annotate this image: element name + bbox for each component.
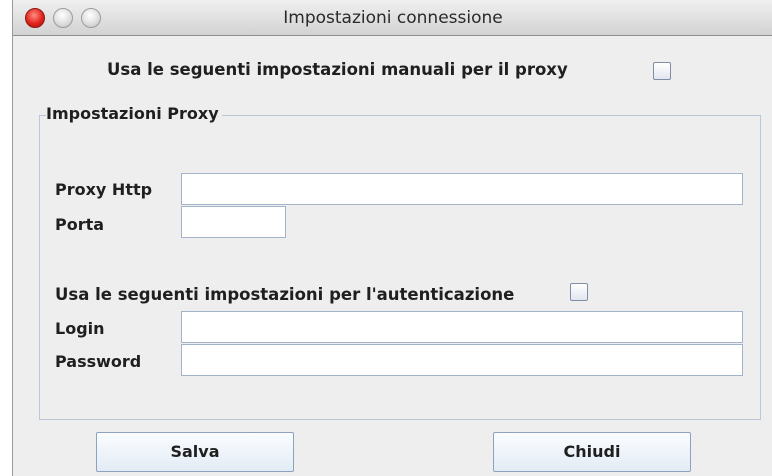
title-bar: Impostazioni connessione: [13, 0, 772, 36]
password-label: Password: [55, 352, 142, 371]
auth-settings-checkbox[interactable]: [570, 283, 588, 301]
window-title: Impostazioni connessione: [283, 8, 503, 28]
login-input[interactable]: [181, 311, 743, 343]
proxy-http-input[interactable]: [181, 173, 743, 205]
settings-dialog: Impostazioni connessione Usa le seguenti…: [12, 0, 772, 476]
proxy-settings-group-title: Impostazioni Proxy: [46, 104, 222, 123]
password-input[interactable]: [181, 344, 743, 376]
proxy-http-label: Proxy Http: [55, 180, 153, 199]
save-button[interactable]: Salva: [96, 432, 294, 472]
auth-settings-label: Usa le seguenti impostazioni per l'auten…: [55, 285, 515, 304]
manual-proxy-label: Usa le seguenti impostazioni manuali per…: [107, 60, 568, 79]
close-button[interactable]: Chiudi: [493, 432, 691, 472]
login-label: Login: [55, 319, 105, 338]
port-label: Porta: [55, 215, 105, 234]
manual-proxy-checkbox[interactable]: [653, 62, 671, 80]
port-input[interactable]: [181, 206, 286, 238]
